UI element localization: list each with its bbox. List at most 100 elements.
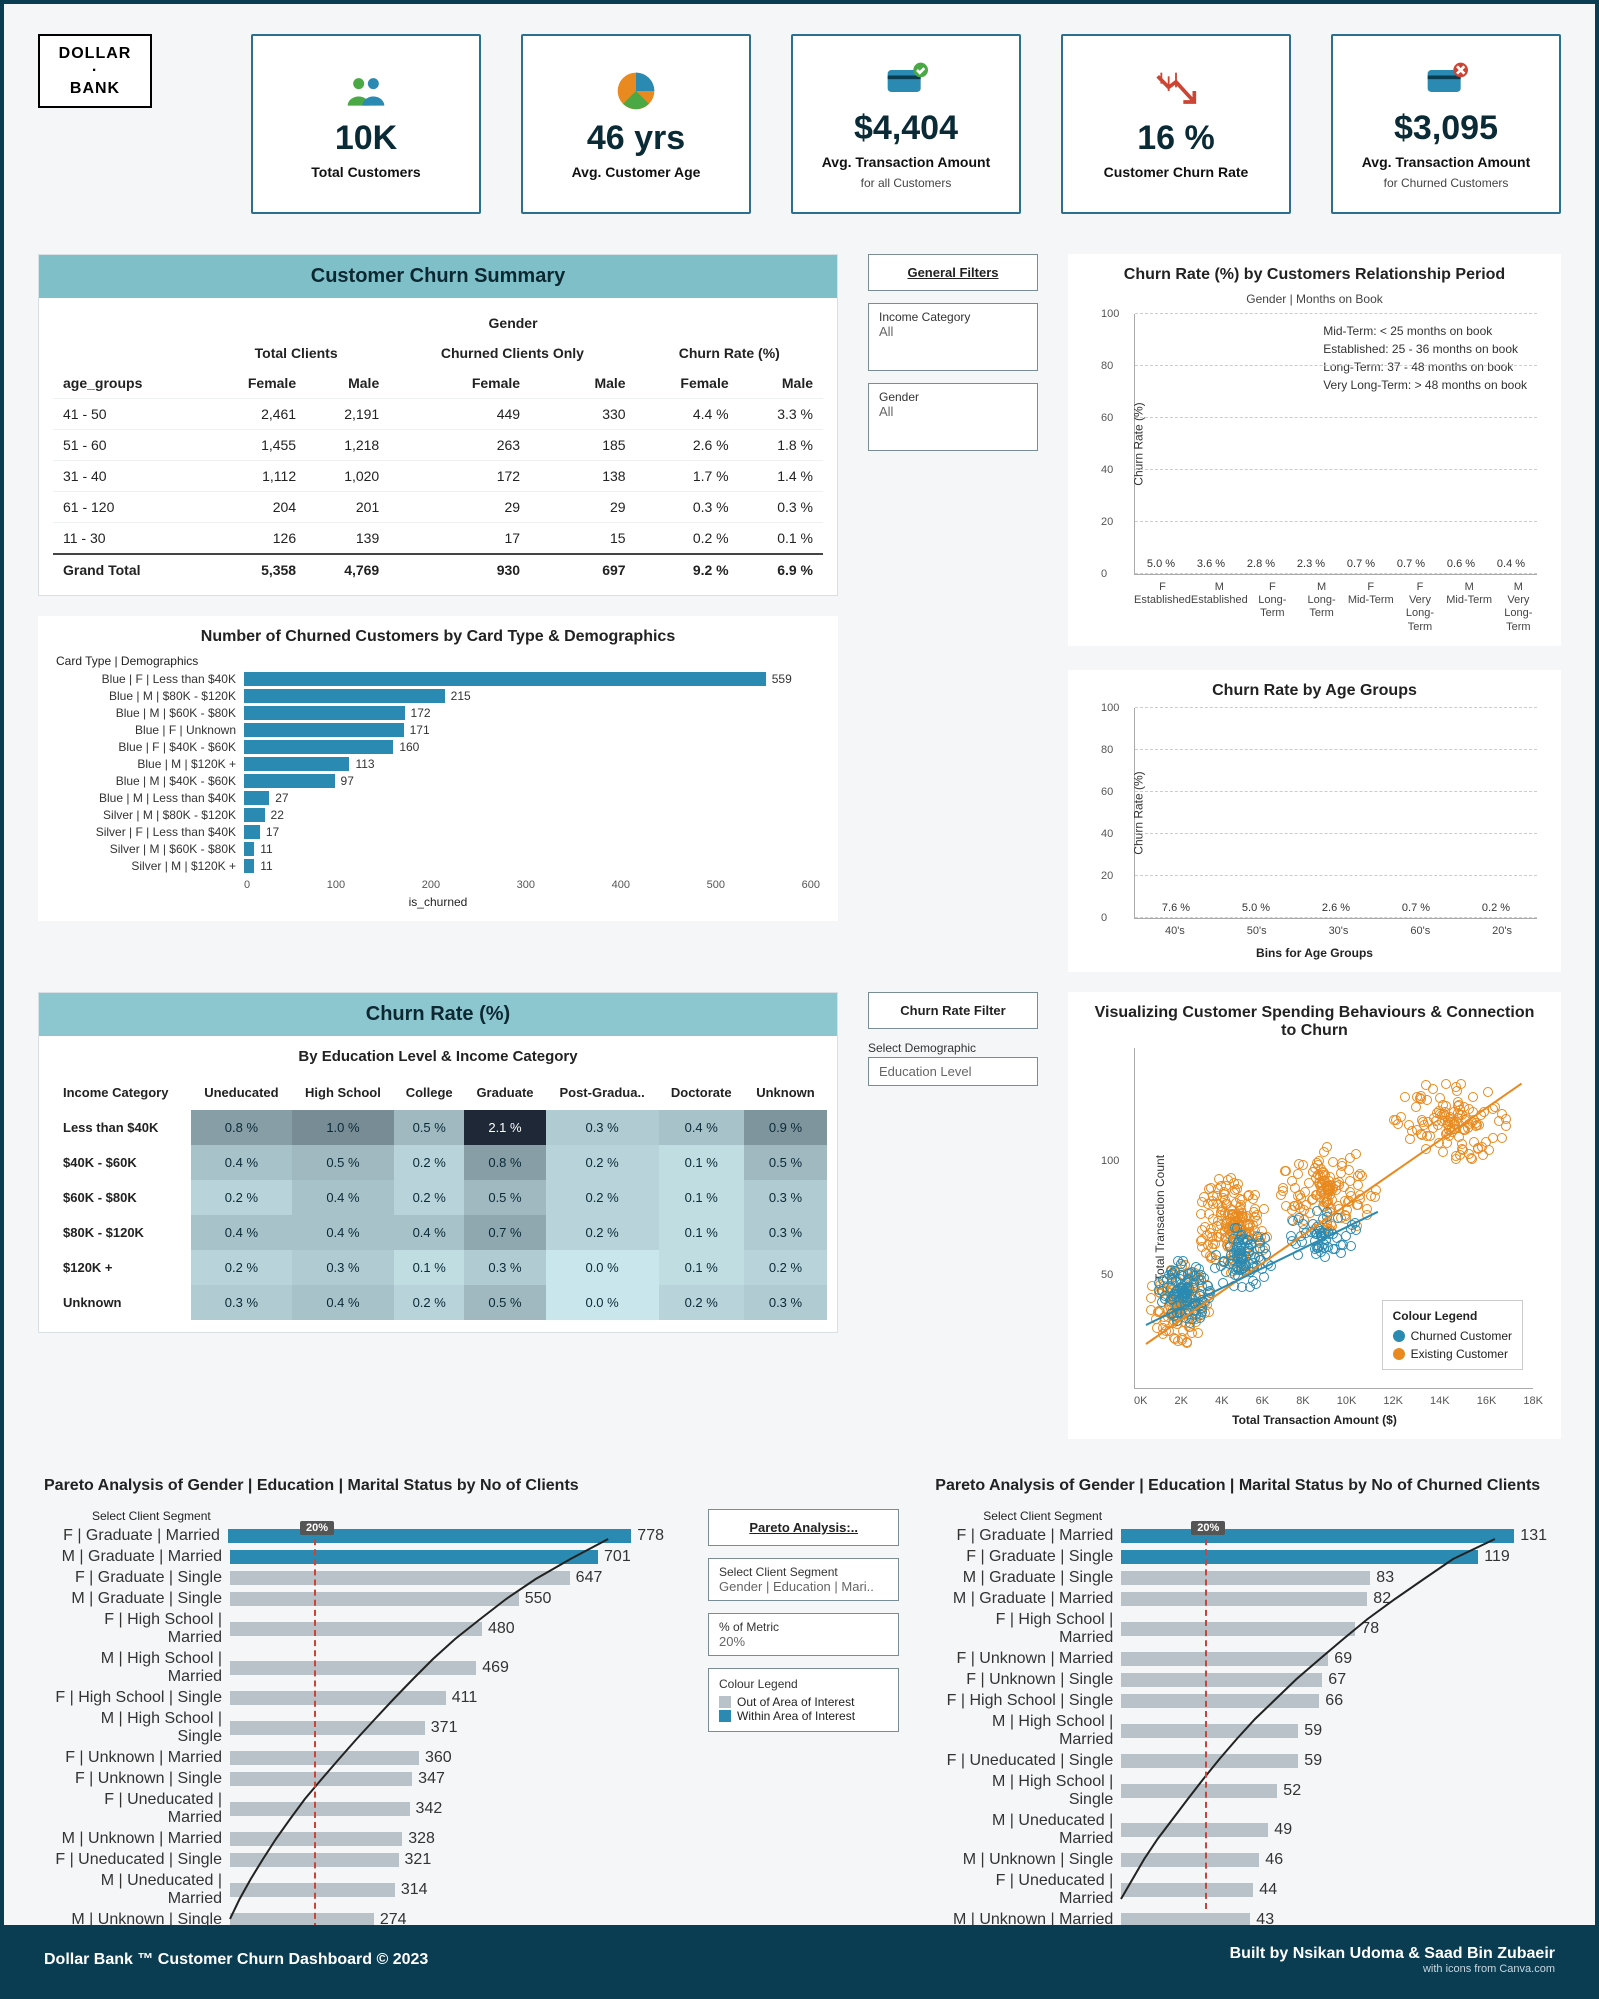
kpi-card: $3,095 Avg. Transaction Amount for Churn… bbox=[1331, 34, 1561, 214]
plot-area: Churn Rate (%) Mid-Term: < 25 months on … bbox=[1134, 314, 1537, 575]
kpi-value: $3,095 bbox=[1394, 109, 1498, 148]
kpi-card: 10K Total Customers bbox=[251, 34, 481, 214]
heatmap-title: Churn Rate (%) bbox=[39, 993, 837, 1036]
pareto-row: F | Unknown | Married69 bbox=[943, 1650, 1547, 1668]
pareto-seg-label: Select Client Segment bbox=[983, 1509, 1547, 1523]
pareto-row: M | High School | Married469 bbox=[52, 1650, 664, 1686]
footer-left: Dollar Bank ™ Customer Churn Dashboard ©… bbox=[44, 1951, 428, 1969]
gender-filter[interactable]: Gender All bbox=[868, 383, 1038, 451]
chart-title: Visualizing Customer Spending Behaviours… bbox=[1086, 1004, 1543, 1040]
footer: Dollar Bank ™ Customer Churn Dashboard ©… bbox=[4, 1925, 1595, 1995]
pareto-row: M | Uneducated | Married49 bbox=[943, 1812, 1547, 1848]
kpi-label: Customer Churn Rate bbox=[1104, 164, 1249, 180]
kpi-sublabel: for all Customers bbox=[861, 176, 952, 190]
hbar-row: Blue | F | Less than $40K559 bbox=[56, 672, 820, 686]
pareto-row: M | Graduate | Married701 bbox=[52, 1548, 664, 1566]
kpi-value: 46 yrs bbox=[587, 119, 685, 158]
chart-title: Churn Rate (%) by Customers Relationship… bbox=[1086, 266, 1543, 284]
pareto-row: F | Graduate | Married778 bbox=[52, 1527, 664, 1545]
legend-item: Churned Customer bbox=[1393, 1327, 1512, 1345]
pareto-seg-filter[interactable]: Select Client Segment Gender | Education… bbox=[708, 1558, 899, 1601]
plot-area: Total Transaction Count Colour Legend Ch… bbox=[1134, 1048, 1533, 1389]
churnrate-filter-label: Select Demographic bbox=[868, 1041, 1038, 1055]
pareto-row: F | High School | Married78 bbox=[943, 1611, 1547, 1647]
card-bad-icon bbox=[1424, 59, 1468, 103]
pareto-seg-label: Select Client Segment bbox=[92, 1509, 664, 1523]
y-axis-label: Card Type | Demographics bbox=[56, 654, 820, 668]
kpi-label: Avg. Transaction Amount bbox=[822, 154, 991, 170]
dashboard-page: DOLLAR · BANK 10K Total Customers 46 yrs… bbox=[0, 0, 1599, 1999]
churnrate-filter-header: Churn Rate Filter bbox=[868, 992, 1038, 1029]
brand-logo: DOLLAR · BANK bbox=[38, 34, 152, 108]
x-axis-label: is_churned bbox=[56, 895, 820, 909]
chart-title: Number of Churned Customers by Card Type… bbox=[56, 628, 820, 646]
users-icon bbox=[344, 69, 388, 113]
kpi-value: $4,404 bbox=[854, 109, 958, 148]
x-axis-label: Bins for Age Groups bbox=[1086, 946, 1543, 960]
hbar-row: Blue | F | Unknown171 bbox=[56, 723, 820, 737]
pareto-row: M | Graduate | Single83 bbox=[943, 1569, 1547, 1587]
hbar-row: Silver | F | Less than $40K17 bbox=[56, 825, 820, 839]
pareto-row: F | Graduate | Single119 bbox=[943, 1548, 1547, 1566]
pareto-pct-filter[interactable]: % of Metric 20% bbox=[708, 1613, 899, 1656]
pareto-row: F | Uneducated | Married44 bbox=[943, 1872, 1547, 1908]
kpi-row: 10K Total Customers 46 yrs Avg. Customer… bbox=[180, 34, 1561, 214]
hbar-list: Blue | F | Less than $40K559 Blue | M | $… bbox=[56, 672, 820, 873]
chart-title: Churn Rate by Age Groups bbox=[1086, 682, 1543, 700]
kpi-card: $4,404 Avg. Transaction Amount for all C… bbox=[791, 34, 1021, 214]
pareto-row: M | High School | Single371 bbox=[52, 1710, 664, 1746]
legend-item: Existing Customer bbox=[1393, 1345, 1512, 1363]
pareto-all-title: Pareto Analysis of Gender | Education | … bbox=[44, 1477, 678, 1495]
kpi-label: Total Customers bbox=[311, 164, 420, 180]
hbar-row: Silver | M | $80K - $120K22 bbox=[56, 808, 820, 822]
summary-table: GenderTotal ClientsChurned Clients OnlyC… bbox=[53, 308, 823, 585]
churnrate-filter[interactable]: Education Level bbox=[868, 1057, 1038, 1086]
hbar-row: Blue | M | $80K - $120K215 bbox=[56, 689, 820, 703]
hbar-row: Blue | M | $60K - $80K172 bbox=[56, 706, 820, 720]
heatmap-panel: Churn Rate (%) By Education Level & Inco… bbox=[38, 992, 838, 1333]
x-axis: 0K2K4K6K8K10K12K14K16K18K bbox=[1134, 1395, 1543, 1407]
pareto-row: F | Graduate | Single647 bbox=[52, 1569, 664, 1587]
plot-area: Churn Rate (%) 0204060801007.6 %5.0 %2.6… bbox=[1134, 708, 1537, 919]
pareto-row: F | Uneducated | Single321 bbox=[52, 1851, 664, 1869]
hbar-row: Blue | F | $40K - $60K160 bbox=[56, 740, 820, 754]
footer-sub: with icons from Canva.com bbox=[1230, 1963, 1555, 1975]
kpi-label: Avg. Customer Age bbox=[572, 164, 701, 180]
pareto-row: F | Unknown | Single67 bbox=[943, 1671, 1547, 1689]
pareto-row: F | Unknown | Single347 bbox=[52, 1770, 664, 1788]
footer-right: Built by Nsikan Udoma & Saad Bin Zubaeir bbox=[1230, 1945, 1555, 1963]
pareto-row: M | High School | Married59 bbox=[943, 1713, 1547, 1749]
general-filters-header: General Filters bbox=[868, 254, 1038, 291]
pareto-row: F | High School | Married480 bbox=[52, 1611, 664, 1647]
chart-churn-age: Churn Rate by Age Groups Churn Rate (%) … bbox=[1068, 670, 1561, 972]
scatter-legend: Colour Legend Churned Customer Existing … bbox=[1382, 1300, 1523, 1370]
pareto-ch-title: Pareto Analysis of Gender | Education | … bbox=[935, 1477, 1561, 1495]
kpi-card: 16 % Customer Churn Rate bbox=[1061, 34, 1291, 214]
hbar-row: Blue | M | $40K - $60K97 bbox=[56, 774, 820, 788]
kpi-sublabel: for Churned Customers bbox=[1384, 176, 1509, 190]
hbar-row: Blue | M | $120K +113 bbox=[56, 757, 820, 771]
pareto-row: M | Graduate | Single550 bbox=[52, 1590, 664, 1608]
colour-legend: Colour Legend Out of Area of Interest Wi… bbox=[708, 1668, 899, 1732]
header: DOLLAR · BANK 10K Total Customers 46 yrs… bbox=[4, 4, 1595, 224]
pareto-row: F | High School | Single411 bbox=[52, 1689, 664, 1707]
x-axis: FEstablishedMEstablishedFLong-TermMLong-… bbox=[1134, 575, 1543, 634]
pareto-row: M | Unknown | Single46 bbox=[943, 1851, 1547, 1869]
income-filter[interactable]: Income Category All bbox=[868, 303, 1038, 371]
chart-subtitle: Gender | Months on Book bbox=[1086, 292, 1543, 306]
heatmap-table: Income CategoryUneducatedHigh SchoolColl… bbox=[49, 1075, 827, 1320]
kpi-card: 46 yrs Avg. Customer Age bbox=[521, 34, 751, 214]
kpi-value: 10K bbox=[335, 119, 397, 158]
pareto-row: F | Unknown | Married360 bbox=[52, 1749, 664, 1767]
pie-icon bbox=[614, 69, 658, 113]
pareto-row: F | High School | Single66 bbox=[943, 1692, 1547, 1710]
hbar-row: Silver | M | $60K - $80K11 bbox=[56, 842, 820, 856]
card-ok-icon bbox=[884, 59, 928, 103]
kpi-value: 16 % bbox=[1137, 119, 1215, 158]
x-axis-label: Total Transaction Amount ($) bbox=[1086, 1413, 1543, 1427]
x-axis: 40's50's30's60's20's bbox=[1134, 919, 1543, 938]
summary-title: Customer Churn Summary bbox=[39, 255, 837, 298]
y-axis-label: Total Transaction Count bbox=[1153, 1155, 1167, 1281]
trend-down-icon bbox=[1154, 69, 1198, 113]
pareto-row: M | Uneducated | Married314 bbox=[52, 1872, 664, 1908]
